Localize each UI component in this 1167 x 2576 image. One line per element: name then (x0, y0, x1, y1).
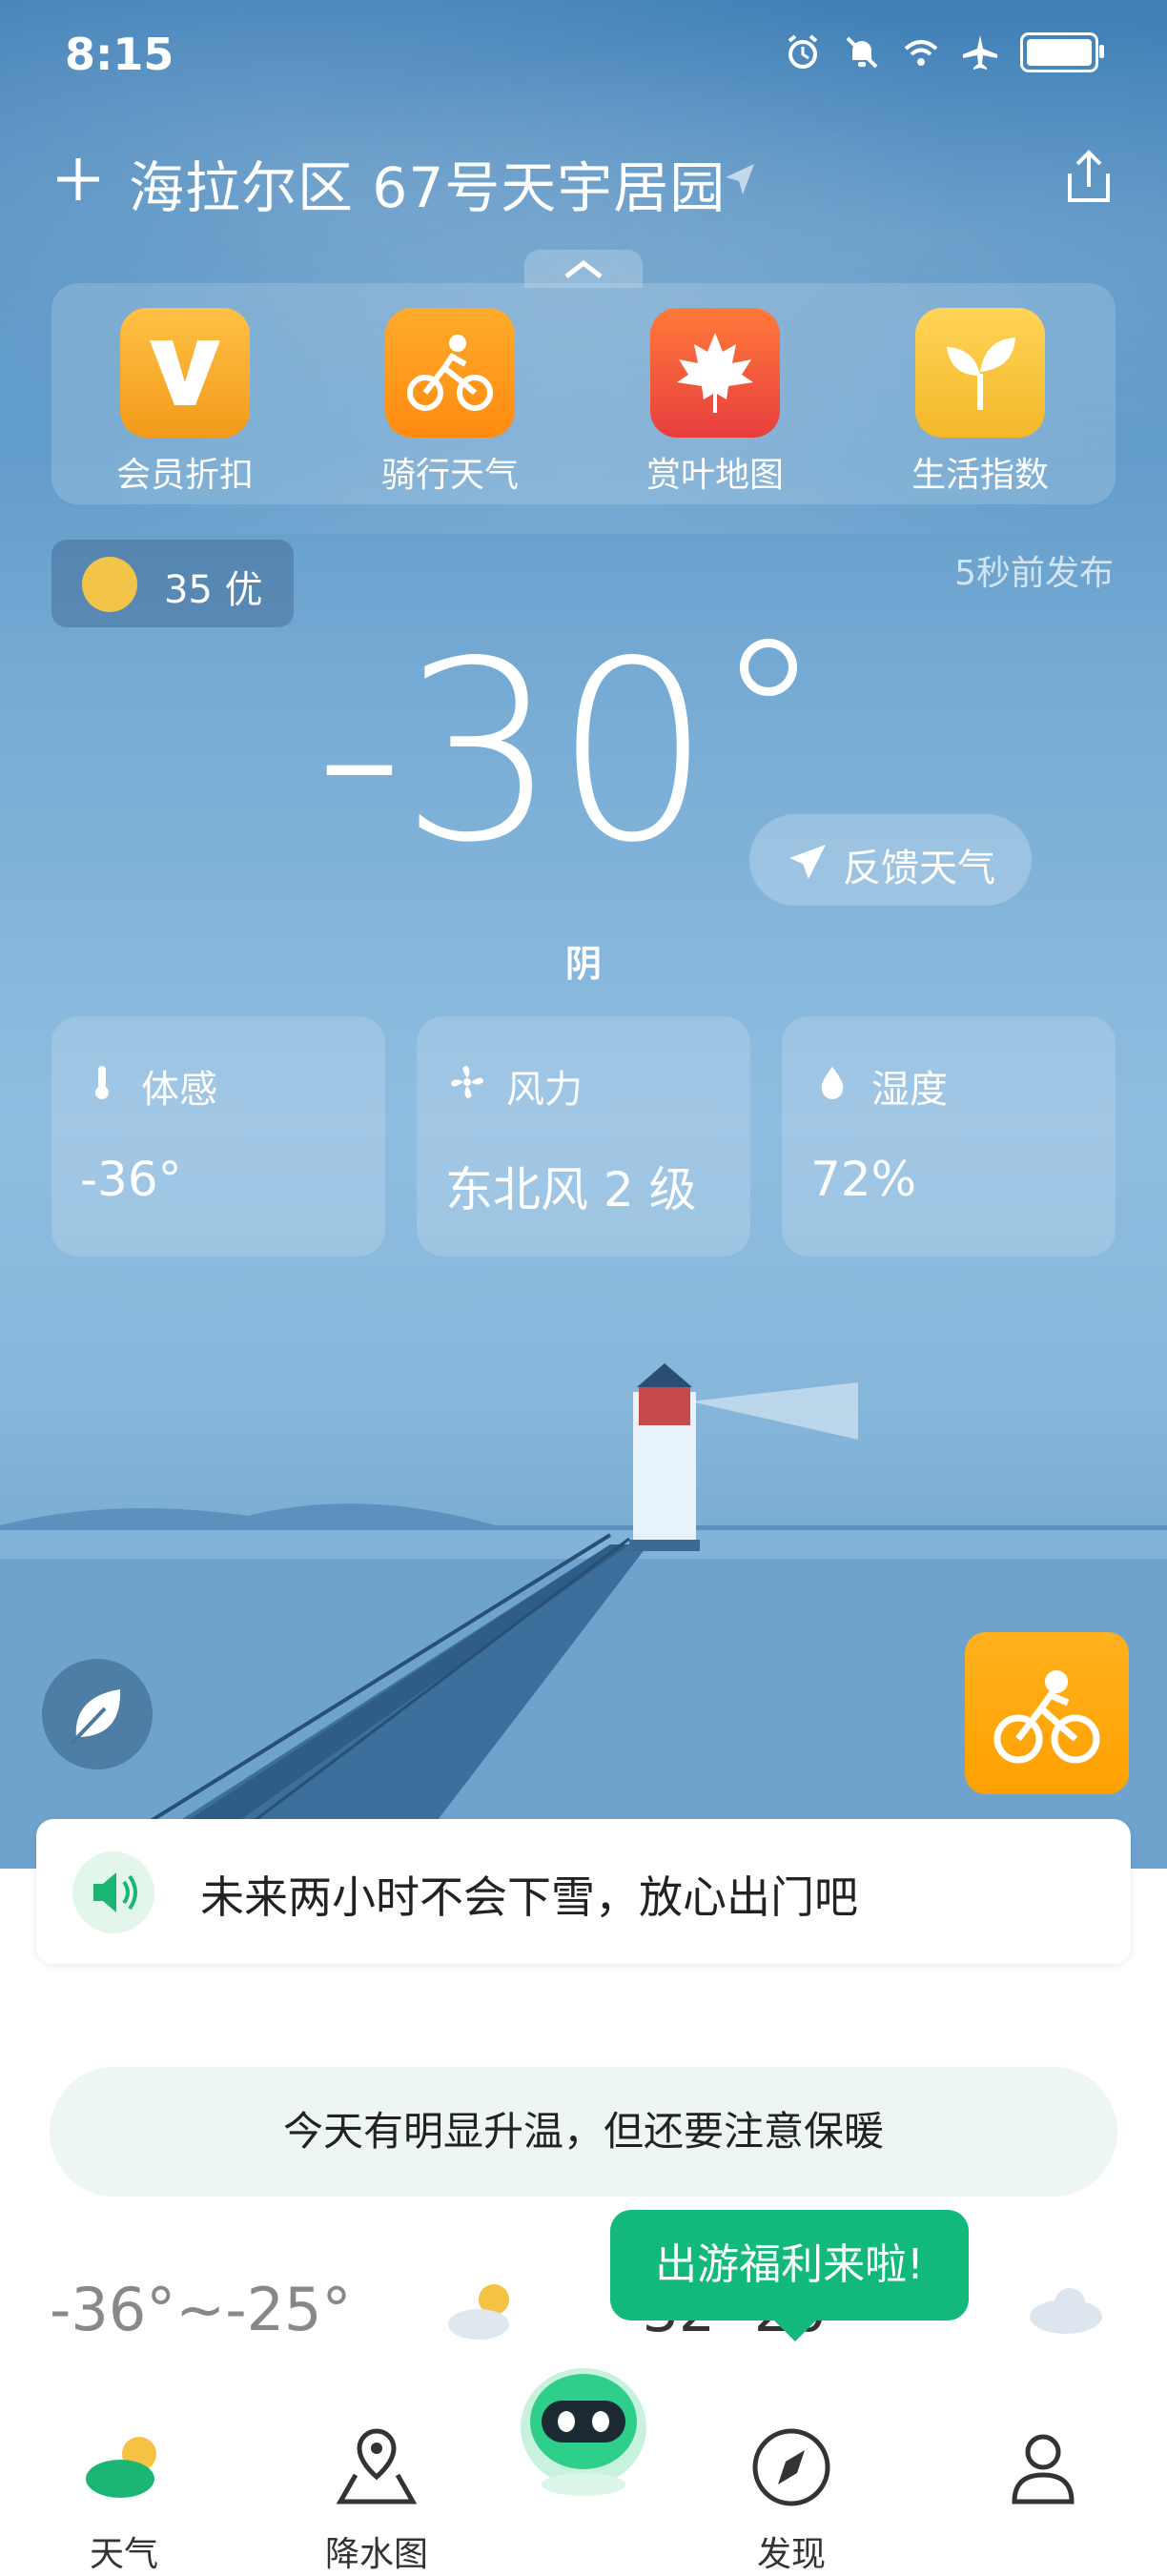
battery-icon (1020, 32, 1104, 72)
quick-action-leaf-map[interactable]: 赏叶地图 (620, 308, 810, 497)
alarm-icon (788, 34, 818, 69)
share-button[interactable] (1056, 145, 1121, 210)
collapse-panel-button[interactable] (524, 250, 643, 288)
airplane-mode-icon (963, 35, 997, 70)
cycling-promo-badge[interactable] (965, 1632, 1129, 1794)
droplet-icon (821, 1067, 844, 1099)
vip-v-icon (120, 308, 250, 438)
weather-tip: 今天有明显升温，但还要注意保暖 (50, 2067, 1117, 2197)
card-value: 东北风 2 级 (445, 1162, 697, 1217)
wifi-icon (904, 40, 938, 66)
header: 海拉尔区 67号天宇居园 (0, 133, 1167, 229)
card-value: -36° (80, 1152, 182, 1207)
nav-weather[interactable]: 天气 (38, 2422, 210, 2576)
nav-label: 降水图 (324, 2535, 428, 2574)
precipitation-notice[interactable]: 未来两小时不会下雪，放心出门吧 (36, 1819, 1131, 1964)
notice-text: 未来两小时不会下雪，放心出门吧 (200, 1871, 858, 1923)
feedback-weather-button[interactable]: 反馈天气 (749, 814, 1032, 906)
thermometer-icon (95, 1066, 109, 1099)
status-bar: 8:15 (0, 0, 1167, 114)
cycling-icon (993, 1670, 1100, 1764)
location-arrow-icon (726, 164, 754, 194)
nav-label: 天气 (89, 2535, 158, 2574)
quick-action-vip[interactable]: 会员折扣 (90, 308, 280, 497)
tip-text: 今天有明显升温，但还要注意保暖 (282, 2108, 884, 2155)
humidity-card[interactable]: 湿度 72% (782, 1016, 1116, 1257)
aqi-value: 35 优 (164, 568, 263, 612)
nav-label: 发现 (756, 2535, 826, 2574)
feels-like-card[interactable]: 体感 -36° (51, 1016, 385, 1257)
quick-action-label: 赏叶地图 (645, 456, 784, 495)
degree-symbol (740, 639, 797, 696)
nav-discover[interactable]: 发现 (706, 2422, 877, 2576)
add-city-button[interactable] (50, 151, 107, 208)
fan-icon (451, 1066, 483, 1098)
quick-action-cycling[interactable]: 骑行天气 (355, 308, 545, 497)
feedback-label: 反馈天气 (843, 847, 995, 890)
user-icon (1012, 2434, 1075, 2504)
cloud-icon (1030, 2288, 1102, 2334)
wind-card[interactable]: 风力 东北风 2 级 (417, 1016, 750, 1257)
assistant-robot-button[interactable] (507, 2341, 660, 2504)
quick-actions-panel: 会员折扣 骑行天气 赏叶地图 生活指数 (51, 283, 1116, 504)
today-range: -36°~-25° (50, 2275, 352, 2344)
quick-action-life-index[interactable]: 生活指数 (885, 308, 1075, 497)
sprout-icon (915, 308, 1045, 438)
mute-bell-icon (846, 36, 878, 69)
card-label: 体感 (141, 1068, 217, 1112)
cycling-icon (385, 308, 515, 438)
weather-condition: 阴 (564, 943, 602, 985)
nav-precipitation[interactable]: 降水图 (291, 2422, 462, 2576)
card-value: 72% (810, 1152, 917, 1207)
weather-icon (86, 2437, 156, 2498)
card-label: 风力 (506, 1068, 583, 1112)
promo-bubble[interactable]: 出游福利来啦! (610, 2210, 969, 2341)
current-temperature: -30 (315, 609, 712, 897)
maple-leaf-icon (650, 308, 780, 438)
send-icon (789, 845, 826, 879)
status-icons (784, 32, 1104, 72)
chevron-up-icon (564, 259, 603, 278)
publish-time: 5秒前发布 (954, 554, 1114, 593)
leaf-icon (69, 1689, 121, 1747)
nav-profile[interactable] (957, 2422, 1129, 2526)
partly-cloudy-icon (448, 2284, 509, 2340)
aqi-chip[interactable]: 35 优 (51, 540, 294, 627)
quick-action-label: 会员折扣 (115, 456, 254, 495)
aqi-face-icon (82, 557, 137, 612)
clock: 8:15 (65, 29, 174, 80)
quick-action-label: 生活指数 (911, 456, 1049, 495)
theme-leaf-button[interactable] (42, 1659, 153, 1769)
location-title[interactable]: 海拉尔区 67号天宇居园 (129, 143, 726, 223)
card-label: 湿度 (871, 1068, 948, 1112)
speaker-icon (72, 1851, 154, 1933)
quick-action-label: 骑行天气 (380, 456, 519, 495)
map-pin-icon (336, 2428, 418, 2504)
promo-text: 出游福利来啦! (655, 2240, 924, 2289)
compass-icon (752, 2428, 830, 2506)
